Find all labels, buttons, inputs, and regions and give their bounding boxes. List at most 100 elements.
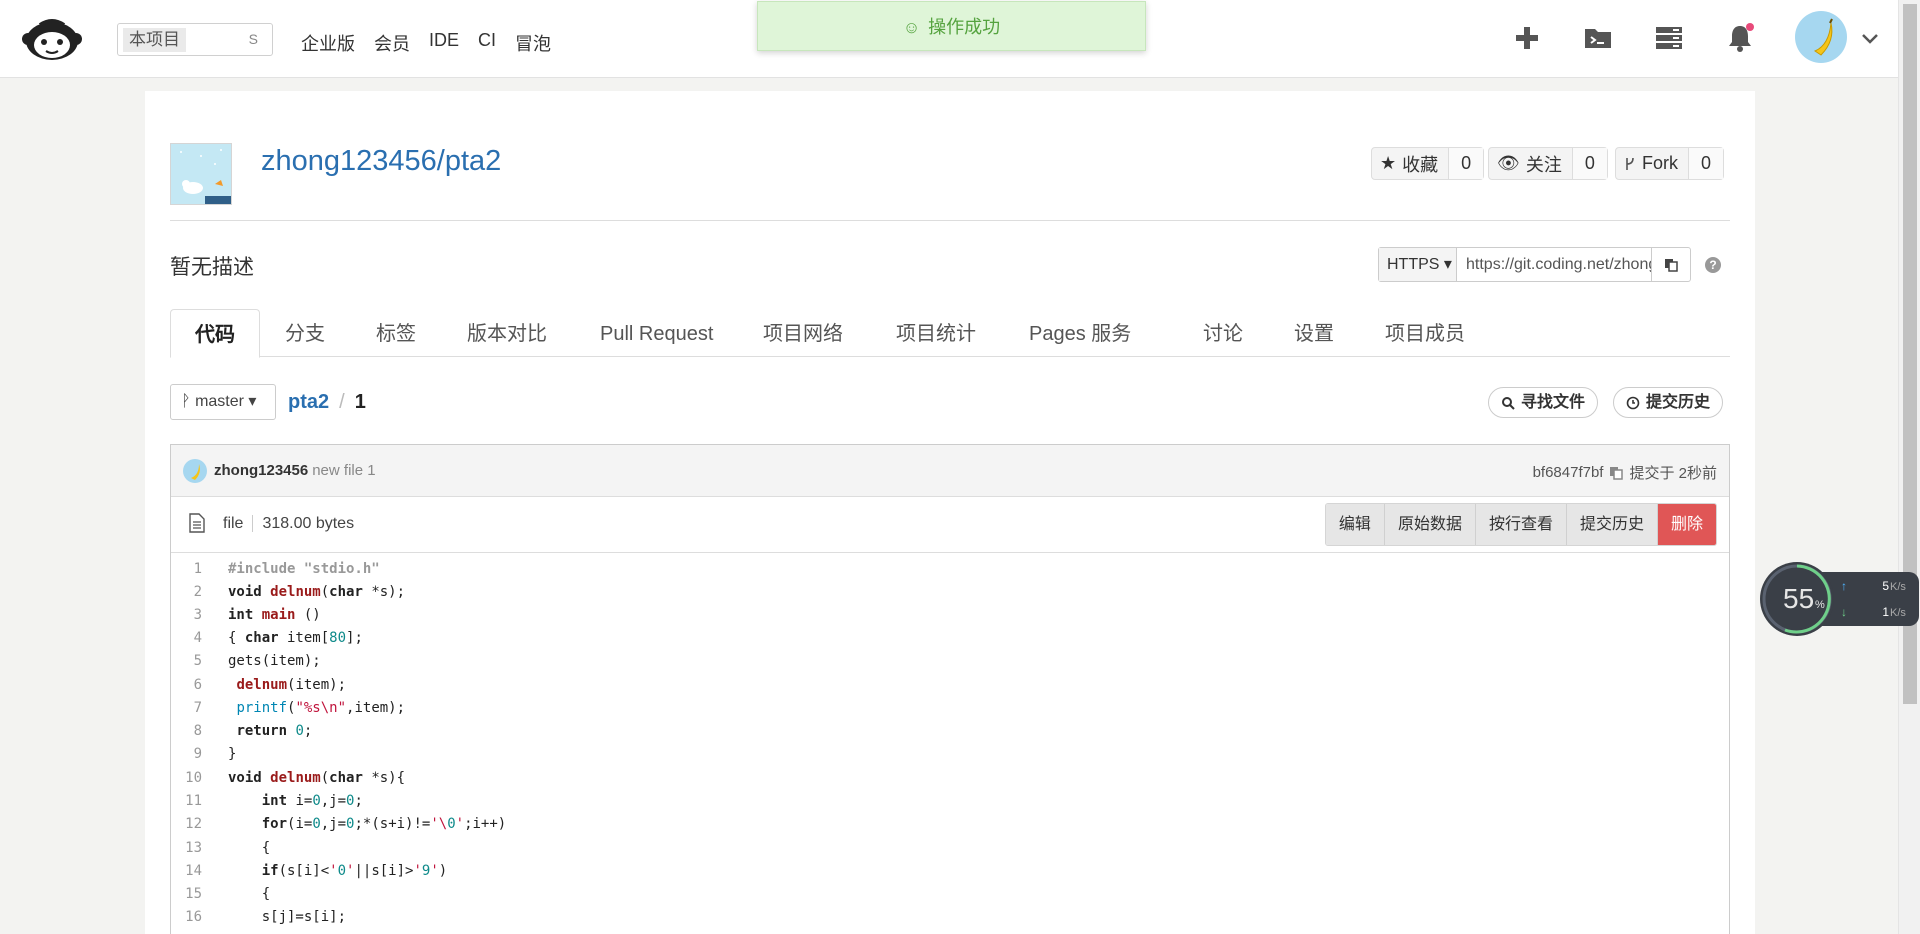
tab-branches[interactable]: 分支 bbox=[285, 309, 325, 357]
server-list-icon[interactable] bbox=[1653, 22, 1685, 54]
line-number: 10 bbox=[185, 770, 202, 786]
clone-protocol-select[interactable]: HTTPS ▾ bbox=[1379, 248, 1457, 281]
watch-label: 关注 bbox=[1525, 154, 1562, 175]
network-speed-widget[interactable]: 55 % ↑ ↓ 5 K/s 1 K/s bbox=[1759, 560, 1919, 638]
star-label: 收藏 bbox=[1402, 154, 1439, 175]
clone-url-input[interactable] bbox=[1457, 248, 1651, 281]
code-line: for(i=0,j=0;*(s+i)!='\0';i++) bbox=[261, 816, 507, 832]
star-count: 0 bbox=[1449, 148, 1484, 179]
tab-settings[interactable]: 设置 bbox=[1294, 309, 1334, 357]
copy-url-button[interactable] bbox=[1651, 248, 1690, 281]
commit-author[interactable]: zhong123456 bbox=[214, 462, 308, 479]
line-number: 8 bbox=[193, 723, 202, 739]
commit-history-button[interactable]: 提交历史 bbox=[1613, 387, 1724, 418]
nav-bubble[interactable]: 冒泡 bbox=[515, 30, 551, 56]
find-file-button[interactable]: 寻找文件 bbox=[1488, 387, 1599, 418]
nav-ci[interactable]: CI bbox=[478, 30, 496, 56]
code-line: { bbox=[228, 886, 271, 902]
line-number: 5 bbox=[193, 653, 202, 669]
tab-pages[interactable]: Pages 服务 bbox=[1029, 309, 1131, 357]
project-avatar[interactable] bbox=[170, 143, 232, 205]
help-icon[interactable]: ? bbox=[1705, 257, 1721, 273]
tab-members[interactable]: 项目成员 bbox=[1385, 309, 1465, 357]
clone-protocol-label: HTTPS bbox=[1387, 256, 1440, 273]
user-avatar[interactable] bbox=[1795, 11, 1847, 63]
commit-time: 提交于 2秒前 bbox=[1629, 465, 1717, 482]
bell-notification-icon[interactable] bbox=[1724, 22, 1756, 54]
line-number: 11 bbox=[185, 793, 202, 809]
download-arrow-icon: ↓ bbox=[1841, 605, 1847, 619]
caret-down-icon: ▾ bbox=[248, 393, 257, 410]
raw-button[interactable]: 原始数据 bbox=[1384, 504, 1476, 545]
line-number: 1 bbox=[193, 561, 202, 577]
line-number: 14 bbox=[185, 863, 202, 879]
search-shortcut-hint: S bbox=[248, 31, 258, 47]
file-size: 318.00 bytes bbox=[252, 515, 355, 532]
breadcrumb-repo[interactable]: pta2 bbox=[288, 391, 329, 413]
line-number: 13 bbox=[185, 840, 202, 856]
branch-select[interactable]: ᚹ master ▾ bbox=[170, 384, 276, 420]
fork-count: 0 bbox=[1689, 148, 1724, 179]
nav-member[interactable]: 会员 bbox=[374, 30, 410, 56]
terminal-folder-icon[interactable] bbox=[1582, 22, 1614, 54]
smile-icon: ☺ bbox=[902, 18, 921, 37]
nav-ide[interactable]: IDE bbox=[429, 30, 459, 56]
edit-button[interactable]: 编辑 bbox=[1325, 504, 1385, 545]
line-number: 9 bbox=[193, 746, 202, 762]
tab-statistics[interactable]: 项目统计 bbox=[896, 309, 976, 357]
commit-history-label: 提交历史 bbox=[1646, 394, 1711, 411]
watch-button[interactable]: 👁 关注 0 bbox=[1488, 147, 1608, 180]
file-meta: file 318.00 bytes bbox=[223, 515, 355, 533]
tab-compare[interactable]: 版本对比 bbox=[467, 309, 547, 357]
blame-button[interactable]: 按行查看 bbox=[1475, 504, 1567, 545]
star-button[interactable]: ★ 收藏 0 bbox=[1371, 147, 1485, 180]
project-description: 暂无描述 bbox=[170, 256, 254, 279]
search-box[interactable]: 本项目 S bbox=[117, 23, 273, 56]
project-panel: zhong123456/pta2 ★ 收藏 0 👁 关注 0 Fork 0 暂无描述… bbox=[145, 91, 1755, 934]
commit-sha-group: bf6847f7bf 提交于 2秒前 bbox=[1533, 462, 1717, 483]
caret-down-icon: ▾ bbox=[1443, 256, 1452, 273]
tab-network[interactable]: 项目网络 bbox=[763, 309, 843, 357]
project-title[interactable]: zhong123456/pta2 bbox=[261, 145, 501, 178]
download-unit: K/s bbox=[1890, 607, 1906, 619]
tab-discussion[interactable]: 讨论 bbox=[1203, 309, 1243, 357]
breadcrumb-file: 1 bbox=[354, 391, 366, 413]
delete-button[interactable]: 删除 bbox=[1657, 504, 1716, 545]
code-line: { bbox=[228, 840, 271, 856]
code-line: #include "stdio.h" bbox=[228, 561, 380, 577]
branch-name: master bbox=[195, 393, 244, 410]
copy-icon bbox=[1665, 258, 1678, 272]
commit-message[interactable]: new file 1 bbox=[312, 462, 375, 479]
code-line: void delnum(char *s){ bbox=[228, 770, 406, 786]
coding-monkey-logo[interactable] bbox=[22, 17, 82, 61]
search-scope-chip[interactable]: 本项目 bbox=[123, 28, 186, 52]
star-icon: ★ bbox=[1380, 153, 1397, 173]
line-number: 12 bbox=[185, 816, 202, 832]
code-line: gets(item); bbox=[228, 653, 321, 669]
plus-icon[interactable] bbox=[1511, 22, 1543, 54]
code-line: return 0; bbox=[236, 723, 313, 739]
watch-count: 0 bbox=[1572, 148, 1607, 179]
line-number: 15 bbox=[185, 886, 202, 902]
copy-icon[interactable] bbox=[1609, 466, 1624, 480]
code-line: void delnum(char *s); bbox=[228, 584, 406, 600]
polar-bear-image-icon bbox=[171, 144, 231, 204]
chevron-down-icon[interactable] bbox=[1859, 27, 1881, 49]
line-number: 16 bbox=[185, 909, 202, 925]
author-avatar[interactable] bbox=[183, 459, 207, 483]
file-history-button[interactable]: 提交历史 bbox=[1566, 504, 1658, 545]
breadcrumb: pta2 / 1 bbox=[288, 391, 366, 414]
nav-enterprise[interactable]: 企业版 bbox=[301, 30, 355, 56]
fork-button[interactable]: Fork 0 bbox=[1615, 147, 1725, 180]
commit-sha[interactable]: bf6847f7bf bbox=[1533, 464, 1604, 481]
search-icon bbox=[1502, 396, 1515, 410]
tab-code[interactable]: 代码 bbox=[170, 309, 260, 358]
code-line: } bbox=[228, 746, 237, 762]
clock-icon bbox=[1626, 396, 1640, 409]
line-number: 3 bbox=[193, 607, 202, 623]
fork-icon bbox=[1626, 157, 1634, 170]
page-scrollbar[interactable] bbox=[1898, 0, 1920, 934]
tab-tags[interactable]: 标签 bbox=[376, 309, 416, 357]
tab-pull-request[interactable]: Pull Request bbox=[600, 309, 713, 357]
toast-text: 操作成功 bbox=[928, 17, 1001, 37]
